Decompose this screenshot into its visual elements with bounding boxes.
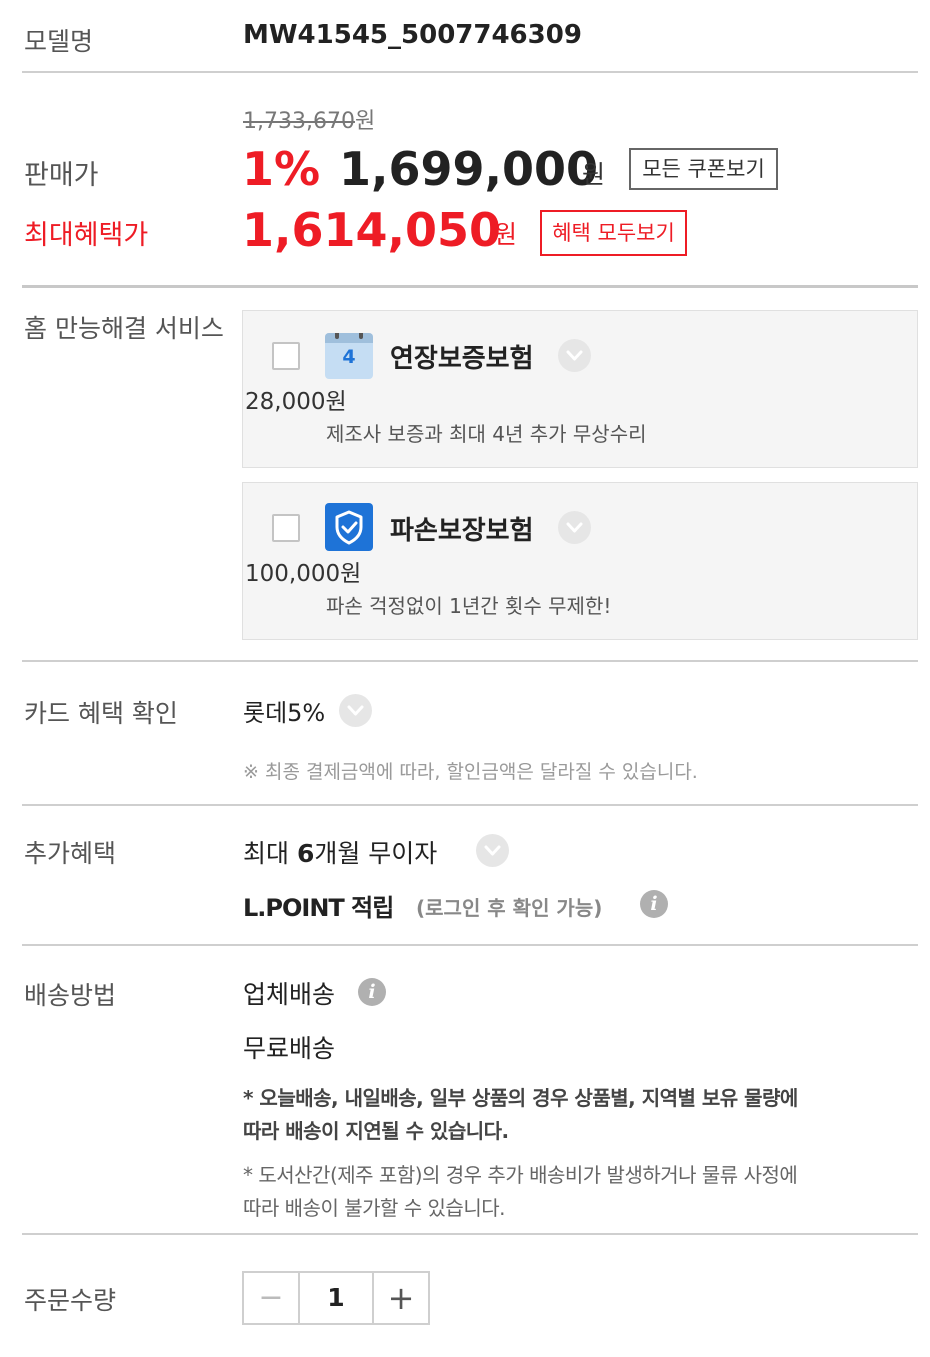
divider [22, 1233, 918, 1235]
damage-checkbox[interactable] [272, 514, 300, 542]
installment-info[interactable]: 최대 6개월 무이자 [243, 834, 437, 870]
service-option-warranty: 4 연장보증보험 28,000원 제조사 보증과 최대 4년 추가 무상수리 [242, 310, 918, 468]
model-value: MW41545_5007746309 [243, 20, 582, 50]
delivery-note-bold-line2: 따라 배송이 지연될 수 있습니다. [243, 1119, 509, 1143]
warranty-description: 제조사 보증과 최대 4년 추가 무상수리 [326, 422, 647, 446]
delivery-info-icon[interactable]: i [358, 978, 386, 1006]
card-benefit-note: ※ 최종 결제금액에 따라, 할인금액은 달라질 수 있습니다. [243, 761, 698, 783]
service-label: 홈 만능해결 서비스 [24, 314, 224, 343]
delivery-note-line1: * 도서산간(제주 포함)의 경우 추가 배송비가 발생하거나 물류 사정에 [243, 1163, 798, 1187]
divider [22, 285, 918, 288]
original-price-unit: 원 [354, 109, 376, 134]
delivery-fee: 무료배송 [243, 1034, 336, 1063]
damage-price: 100,000원 [245, 561, 362, 587]
original-price: 1,733,670원 [243, 103, 375, 135]
delivery-label: 배송방법 [24, 981, 117, 1010]
lpoint-label: L.POINT 적립 [243, 894, 394, 922]
sale-price: 1,699,000 [339, 142, 598, 196]
delivery-note-line2: 따라 배송이 불가할 수 있습니다. [243, 1196, 506, 1220]
discount-rate: 1% [242, 142, 321, 196]
card-benefit-value[interactable]: 롯데5% [243, 693, 325, 728]
extra-benefit-label: 추가혜택 [24, 839, 117, 868]
delivery-method: 업체배송 [243, 980, 336, 1009]
model-label: 모델명 [24, 27, 94, 56]
sale-price-unit: 원 [582, 160, 606, 189]
quantity-label: 주문수량 [24, 1286, 117, 1315]
damage-description: 파손 걱정없이 1년간 횟수 무제한! [326, 594, 612, 618]
quantity-minus-button[interactable]: − [244, 1273, 300, 1323]
delivery-note-bold-line1: * 오늘배송, 내일배송, 일부 상품의 경우 상품별, 지역별 보유 물량에 [243, 1086, 798, 1110]
all-coupons-button[interactable]: 모든 쿠폰보기 [629, 148, 778, 190]
calendar-icon: 4 [325, 333, 373, 379]
damage-chevron-down-icon[interactable] [558, 511, 591, 544]
view-all-benefits-button[interactable]: 혜택 모두보기 [540, 210, 687, 256]
lpoint-info-icon[interactable]: i [640, 890, 668, 918]
divider [22, 944, 918, 946]
card-chevron-down-icon[interactable] [339, 694, 372, 727]
card-benefit-label: 카드 혜택 확인 [24, 699, 178, 728]
original-price-value: 1,733,670 [243, 109, 355, 134]
quantity-plus-button[interactable]: + [372, 1273, 428, 1323]
quantity-stepper: − 1 + [242, 1271, 430, 1325]
divider [22, 804, 918, 806]
service-option-damage: 파손보장보험 100,000원 파손 걱정없이 1년간 횟수 무제한! [242, 482, 918, 640]
warranty-title: 연장보증보험 [390, 344, 534, 374]
quantity-input[interactable]: 1 [300, 1273, 372, 1323]
warranty-chevron-down-icon[interactable] [558, 339, 591, 372]
installment-months: 6 [296, 839, 315, 868]
divider [22, 660, 918, 662]
damage-title: 파손보장보험 [390, 516, 534, 546]
lpoint-note: (로그인 후 확인 가능) [416, 896, 603, 920]
warranty-checkbox[interactable] [272, 342, 300, 370]
warranty-price: 28,000원 [245, 389, 347, 415]
max-benefit-label: 최대혜택가 [24, 220, 149, 251]
installment-chevron-down-icon[interactable] [476, 834, 509, 867]
shield-check-icon [325, 503, 373, 551]
sale-price-label: 판매가 [24, 160, 99, 191]
max-benefit-price: 1,614,050 [242, 203, 501, 257]
divider [22, 71, 918, 73]
max-benefit-unit: 원 [494, 220, 518, 249]
